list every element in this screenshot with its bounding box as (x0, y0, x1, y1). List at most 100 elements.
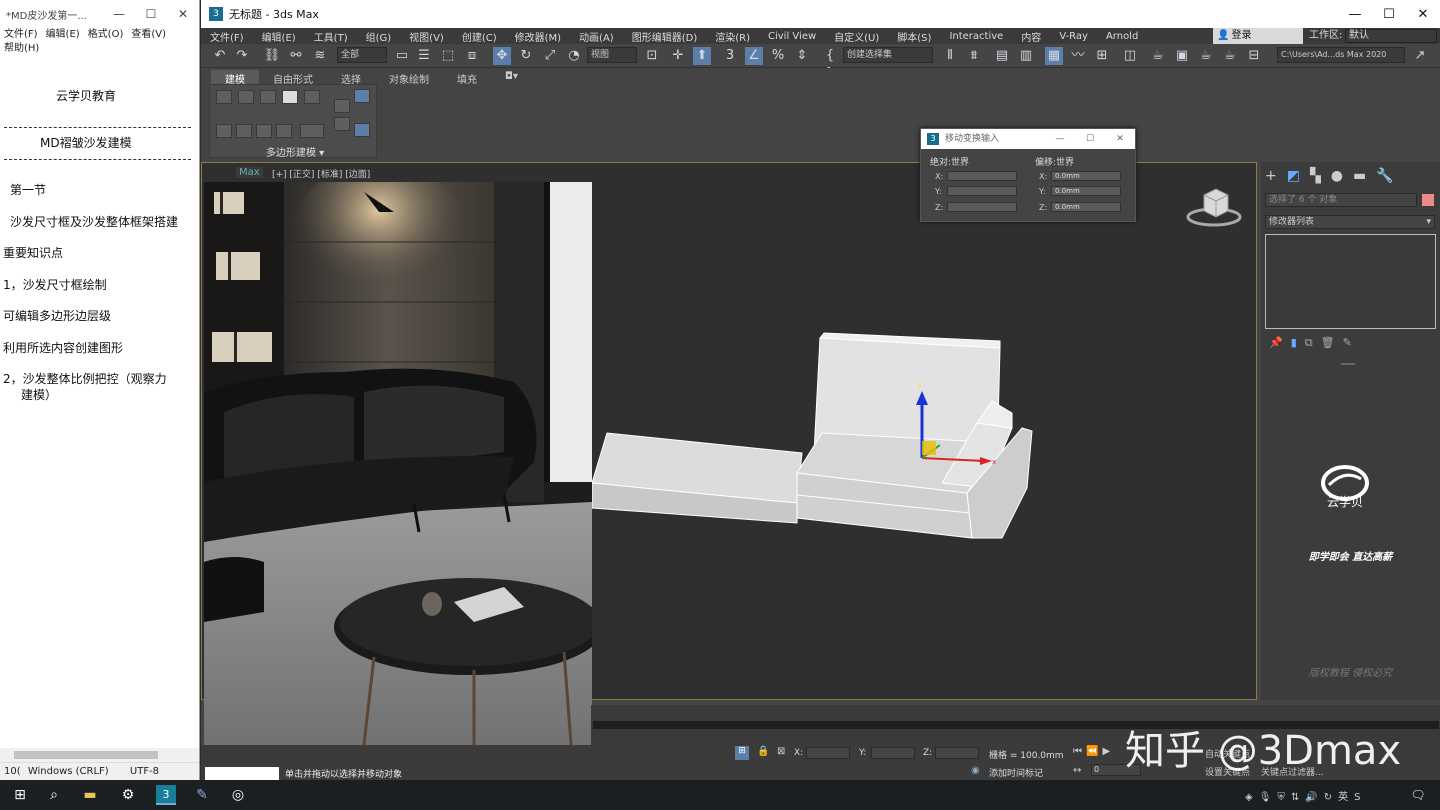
menu-edit[interactable]: 编辑(E) (46, 29, 80, 40)
pin-stack-icon[interactable]: 📌 (1269, 336, 1291, 349)
mirror-icon[interactable]: ⫴ (941, 47, 959, 65)
rect-region-icon[interactable]: ⬚ (439, 47, 457, 65)
render-iterative-icon[interactable]: ☕ (1221, 47, 1239, 65)
tray-icon[interactable]: ◈ (1245, 792, 1259, 803)
utilities-tab-icon[interactable]: 🔧 (1376, 168, 1403, 184)
selection-lock-icon[interactable]: ⊞ (735, 746, 749, 760)
select-object-icon[interactable]: ▭ (393, 47, 411, 65)
tray-app-icon[interactable]: S (1354, 792, 1366, 803)
menu-content[interactable]: 内容 (1012, 29, 1050, 44)
update-icon[interactable]: ↻ (1324, 792, 1338, 803)
modifier-stack[interactable] (1265, 234, 1436, 329)
object-name-field[interactable]: 选择了 6 个 对象 (1265, 193, 1417, 207)
app-taskbar-icon[interactable]: ◎ (228, 785, 248, 805)
menu-format[interactable]: 格式(O) (88, 29, 124, 40)
x-coord-field[interactable] (806, 747, 850, 759)
minimize-icon[interactable]: — (1045, 129, 1075, 149)
play-icon[interactable]: ▶ (1102, 746, 1114, 757)
link-icon[interactable]: ⛓ (263, 47, 281, 65)
project-path-field[interactable]: C:\Users\Ad...ds Max 2020 (1277, 47, 1405, 63)
create-tab-icon[interactable]: + (1265, 168, 1287, 184)
reference-coord-dropdown[interactable]: 视图 (587, 47, 637, 63)
view-cube[interactable] (1186, 185, 1246, 235)
perspective-viewport[interactable]: Max [+] [正交] [标准] [边面] z x (201, 162, 1257, 774)
render-shade-icon[interactable]: ⊟ (1245, 47, 1263, 65)
use-nurms-icon[interactable] (354, 123, 370, 137)
menu-interactive[interactable]: Interactive (940, 31, 1012, 42)
vertex-icon[interactable] (216, 90, 232, 104)
angle-snap-icon[interactable]: ∠ (745, 47, 763, 65)
show-end-result-icon[interactable]: ▮ (1291, 336, 1305, 349)
search-icon[interactable]: ⌕ (44, 785, 64, 805)
selection-filter-dropdown[interactable]: 全部 (337, 47, 387, 63)
minimize-icon[interactable]: — (1338, 7, 1372, 22)
max-titlebar[interactable]: 3 无标题 - 3ds Max — ☐ ✕ (201, 0, 1440, 28)
schematic-view-icon[interactable]: ⊞ (1093, 47, 1111, 65)
viewport-label[interactable]: [+] [正交] [标准] [边面] (272, 167, 370, 180)
spinner-snap-icon[interactable]: ⇕ (793, 47, 811, 65)
sofa-model[interactable]: z x (592, 313, 1042, 553)
rendered-frame-icon[interactable]: ▣ (1173, 47, 1191, 65)
offset-z-spinner[interactable]: 0.0mm (1051, 202, 1121, 212)
offset-y-spinner[interactable]: 0.0mm (1051, 186, 1121, 196)
redo-icon[interactable]: ↷ (233, 47, 251, 65)
display-tab-icon[interactable]: ▬ (1353, 168, 1376, 184)
menu-create[interactable]: 创建(C) (453, 29, 506, 44)
menu-views[interactable]: 视图(V) (400, 29, 453, 44)
placement-icon[interactable]: ◔ (565, 47, 583, 65)
element-icon[interactable] (304, 90, 320, 104)
maxscript-listener[interactable] (205, 767, 279, 780)
add-time-tag[interactable]: 添加时间标记 (989, 766, 1043, 779)
menu-customize[interactable]: 自定义(U) (825, 29, 888, 44)
dialog-titlebar[interactable]: 3 移动变换输入 — ☐ ✕ (921, 129, 1135, 149)
maximize-icon[interactable]: ☐ (1372, 7, 1406, 22)
prev-frame-icon[interactable]: ⏪ (1086, 746, 1102, 757)
resize-grip[interactable] (1341, 363, 1355, 365)
remove-modifier-icon[interactable]: 🗑 (1321, 336, 1343, 349)
percent-snap-icon[interactable]: % (769, 47, 787, 65)
close-icon[interactable]: ✕ (167, 7, 199, 21)
hierarchy-tab-icon[interactable]: ▚ (1310, 168, 1331, 184)
modifier-list-dropdown[interactable]: 修改器列表 ▾ (1265, 215, 1435, 229)
unlink-icon[interactable]: ⚯ (287, 47, 305, 65)
configure-sets-icon[interactable]: ✎ (1343, 336, 1360, 349)
select-move-icon[interactable]: ✥ (493, 47, 511, 65)
curve-editor-icon[interactable]: 〰 (1069, 47, 1087, 65)
menu-file[interactable]: 文件(F) (4, 29, 38, 40)
object-color-swatch[interactable] (1422, 194, 1434, 206)
layer-explorer-icon[interactable]: ▥ (1017, 47, 1035, 65)
close-icon[interactable]: ✕ (1105, 129, 1135, 149)
z-coord-field[interactable] (935, 747, 979, 759)
menu-graph-editors[interactable]: 图形编辑器(D) (623, 29, 707, 44)
make-unique-icon[interactable] (334, 117, 350, 131)
maximize-icon[interactable]: ☐ (1075, 129, 1105, 149)
network-icon[interactable]: ⇅ (1291, 792, 1305, 803)
toggle-ribbon-icon[interactable]: ▦ (1045, 47, 1063, 65)
menu-tools[interactable]: 工具(T) (305, 29, 357, 44)
project-folder-icon[interactable]: ↗ (1411, 47, 1429, 65)
edit-named-selection-icon[interactable]: { } (821, 47, 839, 81)
time-tag-icon[interactable]: ◉ (971, 765, 980, 776)
maximize-icon[interactable]: ☐ (135, 7, 167, 21)
close-icon[interactable]: ✕ (1406, 7, 1440, 22)
viewport-tab[interactable]: Max (236, 167, 263, 178)
lock-icon[interactable]: 🔒 (757, 746, 769, 757)
microphone-icon[interactable]: 🎙 (1259, 792, 1278, 803)
align-icon[interactable]: ⩩ (965, 47, 983, 65)
abs-x-spinner[interactable] (947, 171, 1017, 181)
material-editor-icon[interactable]: ◫ (1121, 47, 1139, 65)
modify-tab-icon[interactable]: ◩ (1287, 168, 1310, 184)
shield-icon[interactable]: ⛨ (1277, 792, 1291, 803)
menu-help[interactable]: 帮助(H) (4, 43, 39, 54)
select-rotate-icon[interactable]: ↻ (517, 47, 535, 65)
settings-icon[interactable]: ⚙ (118, 785, 138, 805)
toggle-icon[interactable] (300, 124, 324, 138)
border-icon[interactable] (260, 90, 276, 104)
modify-mode-icon[interactable] (236, 124, 252, 138)
notification-icon[interactable]: 🗨 (1408, 785, 1428, 805)
notepad-titlebar[interactable]: *MD皮沙发第一... — ☐ ✕ (0, 0, 199, 28)
window-crossing-icon[interactable]: ⧈ (463, 47, 481, 65)
scrollbar-thumb[interactable] (14, 751, 158, 759)
menu-scripting[interactable]: 脚本(S) (888, 29, 940, 44)
time-config-icon[interactable]: ↔ (1073, 765, 1081, 776)
